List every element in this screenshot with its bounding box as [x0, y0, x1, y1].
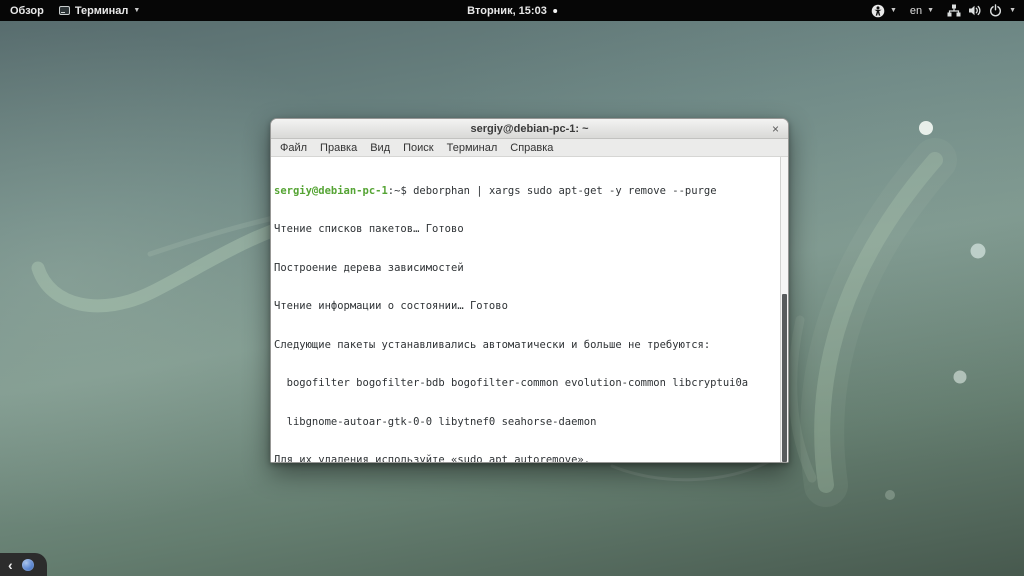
app-menu-terminal[interactable]: Терминал ▼: [58, 4, 141, 17]
window-menubar: Файл Правка Вид Поиск Терминал Справка: [271, 139, 788, 157]
terminal-app-icon: [58, 6, 70, 15]
activities-button[interactable]: Обзор: [10, 5, 44, 17]
scrollbar-thumb[interactable]: [782, 294, 787, 462]
terminal-content[interactable]: sergiy@debian-pc-1:~$ deborphan | xargs …: [271, 157, 788, 462]
volume-icon: [969, 5, 981, 16]
wallpaper-bubble-3: [953, 370, 967, 384]
keyboard-layout-menu[interactable]: en ▼: [910, 5, 934, 17]
terminal-line: Чтение информации о состоянии… Готово: [274, 300, 508, 313]
menu-edit[interactable]: Правка: [320, 142, 357, 154]
wired-network-icon: [947, 4, 961, 17]
chevron-left-icon[interactable]: ‹: [8, 558, 13, 572]
chevron-down-icon: ▼: [889, 7, 897, 14]
app-menu-label: Терминал: [74, 4, 129, 17]
clock-button[interactable]: Вторник, 15:03: [467, 0, 557, 21]
wallpaper-arc-right-inner: [788, 315, 817, 483]
wallpaper-arc-right: [814, 152, 943, 493]
wallpaper-bubble-4: [885, 490, 895, 500]
menu-help[interactable]: Справка: [510, 142, 553, 154]
wallpaper-arc-below-window: [610, 459, 772, 482]
wallpaper-bubble-1: [919, 121, 933, 135]
activities-label: Обзор: [10, 4, 44, 17]
terminal-window: sergiy@debian-pc-1: ~ × Файл Правка Вид …: [270, 118, 789, 463]
system-status-menu[interactable]: ▼: [947, 4, 1016, 17]
accessibility-menu[interactable]: ▼: [871, 4, 897, 18]
terminal-line: bogofilter bogofilter-bdb bogofilter-com…: [274, 377, 749, 390]
window-title: sergiy@debian-pc-1: ~: [470, 122, 589, 135]
power-icon: [990, 4, 1002, 17]
chevron-down-icon: ▼: [927, 7, 935, 14]
terminal-line: libgnome-autoar-gtk-0-0 libytnef0 seahor…: [274, 415, 597, 428]
keyboard-layout-label: en: [909, 4, 923, 17]
chevron-down-icon: ▼: [133, 7, 141, 14]
wallpaper-bubble-2: [970, 243, 986, 259]
prompt-suffix: :~$: [387, 184, 414, 197]
command-text: deborphan | xargs sudo apt-get -y remove…: [413, 184, 717, 197]
menu-search[interactable]: Поиск: [403, 142, 433, 154]
terminal-line: Чтение списков пакетов… Готово: [274, 223, 464, 236]
clock-label: Вторник, 15:03: [467, 4, 547, 17]
close-button[interactable]: ×: [769, 119, 782, 139]
message-tray[interactable]: ‹: [0, 553, 47, 576]
wallpaper-arc-right-glow: [800, 138, 957, 507]
menu-file[interactable]: Файл: [280, 142, 307, 154]
notification-dot-icon: [552, 8, 557, 13]
terminal-line: Следующие пакеты устанавливались автомат…: [274, 338, 711, 351]
prompt-user: sergiy@debian-pc-1: [274, 184, 388, 197]
window-titlebar[interactable]: sergiy@debian-pc-1: ~ ×: [271, 119, 788, 139]
terminal-line: Для их удаления используйте «sudo apt au…: [274, 454, 591, 462]
terminal-line: Построение дерева зависимостей: [274, 261, 464, 274]
chevron-down-icon: ▼: [1009, 7, 1016, 14]
terminal-prompt-line: sergiy@debian-pc-1:~$ deborphan | xargs …: [274, 185, 779, 198]
menu-view[interactable]: Вид: [370, 142, 390, 154]
menu-terminal[interactable]: Терминал: [447, 142, 498, 154]
top-bar: Обзор Терминал ▼ Вторник, 15:03 ▼ en ▼ ▼: [0, 0, 1024, 21]
tray-app-icon[interactable]: [21, 558, 34, 571]
accessibility-icon: [871, 4, 885, 17]
terminal-scrollbar[interactable]: [780, 157, 788, 462]
